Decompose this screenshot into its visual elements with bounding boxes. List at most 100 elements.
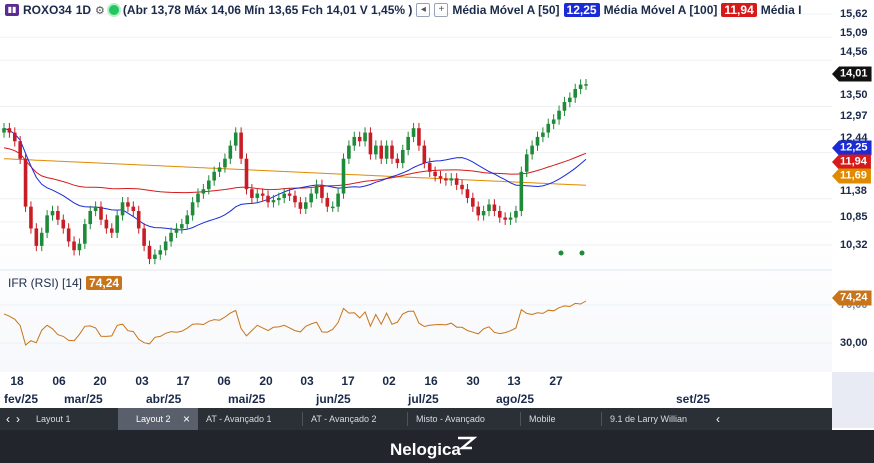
- rsi-value-tag: 74,24: [832, 290, 872, 306]
- tab-at-avancado-1[interactable]: AT - Avançado 1: [198, 408, 302, 430]
- day-label: 18: [10, 374, 24, 388]
- candle-body: [50, 211, 55, 216]
- price-tick: 15,62: [840, 8, 868, 20]
- candle-body: [503, 217, 507, 220]
- day-label: 03: [300, 374, 314, 388]
- tab-label: Misto - Avançado: [416, 414, 485, 424]
- rsi-legend[interactable]: IFR (RSI) [14] 74,24: [8, 276, 123, 290]
- candle-body: [336, 193, 340, 207]
- rsi-line: [3, 300, 587, 346]
- candle-body: [153, 254, 157, 259]
- tab-navigation: ‹ ›: [0, 412, 28, 426]
- candle-body: [260, 193, 265, 196]
- ma50-label[interactable]: Média Móvel A [50]: [452, 3, 559, 17]
- candle-body: [514, 211, 518, 218]
- more-tabs-icon[interactable]: ‹: [716, 412, 720, 426]
- timeframe[interactable]: 1D: [76, 3, 91, 17]
- ma200-tag: 11,69: [832, 168, 871, 184]
- day-label: 20: [93, 374, 107, 388]
- candle-body: [379, 145, 384, 159]
- tab-prev-icon[interactable]: ‹: [6, 412, 10, 426]
- candle-body: [368, 132, 373, 155]
- candle-body: [390, 145, 394, 159]
- candle-body: [427, 163, 432, 172]
- candle-body: [126, 202, 130, 207]
- candle-body: [287, 193, 292, 196]
- tab-larry-williams[interactable]: 9.1 de Larry Willian: [602, 408, 714, 430]
- candle-body: [557, 110, 561, 120]
- candle-body: [185, 215, 190, 225]
- tab-label: Layout 1: [36, 414, 71, 424]
- footer: Nelogica: [0, 430, 874, 463]
- symbol-icon: ▮▮: [5, 4, 19, 16]
- candle-body: [250, 189, 254, 198]
- candle-body: [147, 245, 152, 259]
- candle-body: [508, 217, 513, 220]
- tab-layout-1[interactable]: Layout 1: [28, 408, 118, 430]
- candle-body: [530, 145, 534, 155]
- time-axis-days[interactable]: 18 06 20 03 17 06 20 03 17 02 16 30 13 2…: [0, 374, 832, 392]
- add-indicator-icon[interactable]: +: [434, 3, 449, 17]
- close-icon[interactable]: ×: [183, 408, 190, 430]
- candle-body: [174, 228, 179, 233]
- candle-body: [584, 84, 588, 86]
- chart-area[interactable]: ▮▮ ROXO34 1D ⚙ (Abr 13,78 Máx 14,06 Mín …: [0, 0, 832, 372]
- candle-body: [578, 84, 583, 89]
- price-tick: 12,97: [840, 110, 868, 122]
- day-label: 16: [424, 374, 438, 388]
- candle-body: [541, 132, 545, 137]
- candle-body: [357, 136, 362, 142]
- time-axis-months[interactable]: fev/25 mar/25 abr/25 mai/25 jun/25 jul/2…: [0, 392, 832, 408]
- candle-body: [476, 206, 481, 216]
- candle-body: [562, 102, 567, 111]
- candle-body: [363, 132, 367, 142]
- tab-label: 9.1 de Larry Willian: [610, 414, 688, 424]
- candle-body: [77, 243, 82, 251]
- candle-body: [29, 206, 33, 229]
- axis-corner: [832, 372, 874, 428]
- ma200-label[interactable]: Média I: [761, 3, 802, 17]
- candle-body: [460, 184, 464, 190]
- candle-body: [314, 184, 319, 194]
- tab-at-avancado-2[interactable]: AT - Avançado 2: [303, 408, 407, 430]
- candle-body: [56, 211, 60, 220]
- candle-body: [309, 193, 313, 203]
- candle-body: [18, 141, 22, 159]
- candle-body: [223, 158, 227, 168]
- price-chart[interactable]: [0, 0, 832, 372]
- candle-body: [7, 128, 12, 133]
- candle-body: [206, 180, 211, 190]
- candle-body: [293, 195, 297, 203]
- collapse-indicators-icon[interactable]: ◂: [416, 3, 431, 17]
- candle-body: [303, 202, 308, 209]
- tab-label: Layout 2: [136, 414, 171, 424]
- ma50-tag: 12,25: [832, 140, 872, 156]
- candle-body: [573, 88, 578, 98]
- tab-layout-2[interactable]: Layout 2 ×: [118, 408, 198, 430]
- candle-body: [406, 136, 410, 150]
- price-tick: 11,38: [840, 185, 867, 197]
- tab-misto-avancado[interactable]: Misto - Avançado: [408, 408, 520, 430]
- candle-body: [93, 206, 98, 212]
- ma100-label[interactable]: Média Móvel A [100]: [604, 3, 718, 17]
- ma100-badge: 11,94: [721, 3, 757, 17]
- candle-body: [471, 197, 475, 207]
- candle-body: [465, 189, 470, 198]
- candle-body: [417, 128, 421, 146]
- tab-label: AT - Avançado 1: [206, 414, 272, 424]
- price-axis[interactable]: 15,62 15,09 14,56 14,01 13,50 12,97 12,4…: [832, 0, 874, 372]
- candle-body: [298, 202, 303, 209]
- candle-body: [384, 145, 389, 159]
- candle-body: [411, 128, 416, 137]
- candle-body: [233, 132, 238, 146]
- day-label: 17: [341, 374, 355, 388]
- candle-body: [45, 215, 49, 233]
- candle-body: [34, 228, 39, 246]
- tab-next-icon[interactable]: ›: [16, 412, 20, 426]
- tab-mobile[interactable]: Mobile: [521, 408, 601, 430]
- ma100-tag: 11,94: [832, 154, 871, 170]
- settings-icon[interactable]: ⚙: [95, 4, 105, 17]
- symbol-name[interactable]: ROXO34: [23, 3, 72, 17]
- nelogica-logo: Nelogica: [390, 436, 478, 459]
- signal-dot: [558, 250, 564, 256]
